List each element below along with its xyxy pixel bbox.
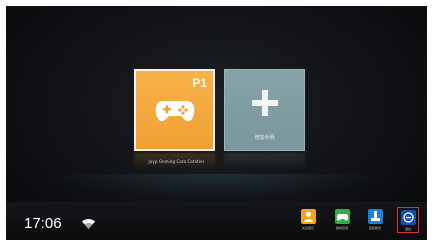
connect-icon <box>367 209 383 224</box>
player-badge: P1 <box>192 76 207 90</box>
gamepad-small-icon <box>334 209 350 224</box>
exit-icon <box>400 210 416 225</box>
launcher-screen: P1 Joyp Gnming Coro Cotntier 增加手柄 17:06 <box>6 6 427 240</box>
add-controller-label: 增加手柄 <box>254 135 275 141</box>
tray-label: 我的应用 <box>335 226 348 230</box>
floor-glow <box>46 174 387 198</box>
gamepad-icon <box>155 101 195 122</box>
person-icon <box>300 209 316 224</box>
wifi-icon <box>82 219 95 229</box>
clock: 17:06 <box>24 215 62 232</box>
tray-follow-us[interactable]: 关注我们 <box>298 209 318 231</box>
tray-exit[interactable]: 退出 <box>397 207 419 233</box>
plus-icon <box>252 90 278 116</box>
add-controller-tile[interactable]: 增加手柄 <box>224 69 305 151</box>
tray-label: 退出 <box>404 227 411 231</box>
tile-reflection <box>134 153 215 171</box>
tray-my-apps[interactable]: 我的应用 <box>332 209 352 231</box>
tray-label: 关注我们 <box>301 226 314 230</box>
taskbar: 17:06 关注我们 我的应用 连接模式 退出 <box>6 202 427 240</box>
game-controller-tile[interactable]: P1 Joyp Gnming Coro Cotntier <box>134 69 215 164</box>
tray-label: 连接模式 <box>368 226 381 230</box>
tile-reflection <box>224 153 305 171</box>
tray-connect-mode[interactable]: 连接模式 <box>365 209 385 231</box>
